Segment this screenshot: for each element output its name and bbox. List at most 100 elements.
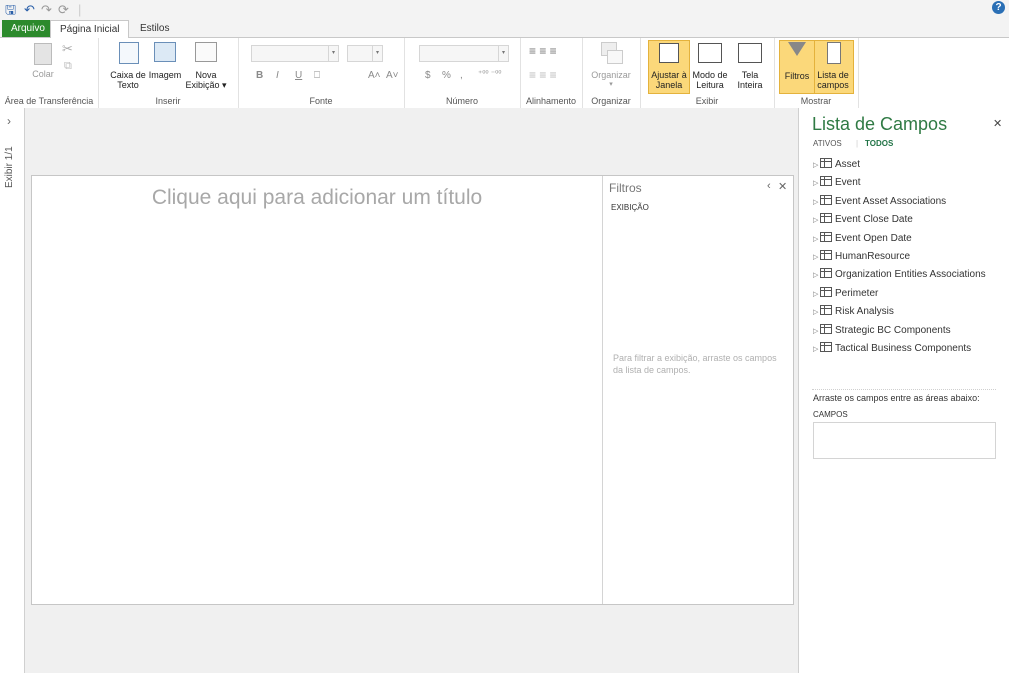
font-size-select[interactable]: ▾ <box>347 45 383 62</box>
image-button[interactable]: Imagem <box>148 70 182 80</box>
arrange-dropdown-icon[interactable]: ▾ <box>586 80 636 90</box>
field-item-perimeter[interactable]: ▷ Perimeter <box>813 287 878 301</box>
tab-separator: | <box>856 139 859 148</box>
decimal-buttons[interactable]: ⁺⁰⁰ ⁻⁰⁰ <box>478 69 502 78</box>
table-icon <box>820 232 832 243</box>
chevron-right-icon[interactable]: › <box>7 114 11 128</box>
tab-styles[interactable]: Estilos <box>131 20 178 37</box>
grow-font-button[interactable]: A˄ <box>368 70 381 81</box>
cut-icon[interactable]: ✂ <box>62 41 73 57</box>
number-group-label: Número <box>445 96 478 106</box>
field-item-label: HumanResource <box>835 251 911 262</box>
divider <box>812 389 996 390</box>
help-icon[interactable]: ? <box>992 1 1005 14</box>
alignment-group: ≡ ≡ ≡ ≡ ≡ ≡ Alinhamento <box>520 38 583 108</box>
view-group-label: Exibir <box>695 96 719 106</box>
close-icon[interactable]: ✕ <box>778 180 787 193</box>
paste-button[interactable]: Colar <box>28 69 58 79</box>
view-title-placeholder[interactable]: Clique aqui para adicionar um título <box>32 186 602 210</box>
quick-access-toolbar: 🖫 ↶ ↷ ⟳ | <box>0 0 1009 20</box>
tab-home[interactable]: Página Inicial <box>50 20 130 39</box>
full-screen-icon <box>738 43 762 63</box>
close-icon[interactable]: ✕ <box>993 117 1002 130</box>
undo-icon[interactable]: ↶ <box>24 2 35 18</box>
expand-icon[interactable]: ▷ <box>813 233 820 247</box>
table-icon <box>820 158 832 169</box>
expand-icon[interactable]: ▷ <box>813 251 820 265</box>
arrange-icon-back <box>607 50 623 64</box>
copy-icon[interactable]: ⧉ <box>64 60 72 73</box>
field-list-label-2: campos <box>817 80 849 90</box>
tab-active-fields[interactable]: ATIVOS <box>813 139 842 148</box>
reading-mode-label-2: Leitura <box>696 80 724 90</box>
percent-button[interactable]: % <box>442 70 451 81</box>
fields-drop-area[interactable] <box>813 422 996 459</box>
field-item-label: Organization Entities Associations <box>835 269 986 280</box>
view-surface: Clique aqui para adicionar um título Fil… <box>31 175 794 605</box>
expand-icon[interactable]: ▷ <box>813 196 820 210</box>
font-name-select[interactable]: ▾ <box>251 45 339 62</box>
expand-icon[interactable]: ▷ <box>813 343 820 357</box>
refresh-icon[interactable]: ⟳ <box>58 2 69 18</box>
full-screen-button[interactable]: Tela Inteira <box>731 70 769 90</box>
number-format-select[interactable]: ▾ <box>419 45 509 62</box>
expand-icon[interactable]: ▷ <box>813 177 820 191</box>
font-group: ▾ ▾ B I U ⎕ A˄ A˅ Fonte <box>238 38 405 108</box>
field-item-humanresource[interactable]: ▷ HumanResource <box>813 250 910 264</box>
italic-button[interactable]: I <box>276 70 279 81</box>
alignment-group-label: Alinhamento <box>525 96 577 106</box>
image-icon <box>154 42 176 62</box>
view-counter-label: Exibir 1/1 <box>4 146 15 188</box>
expand-icon[interactable]: ▷ <box>813 159 820 173</box>
field-item-label: Perimeter <box>835 288 879 299</box>
expand-icon[interactable]: ▷ <box>813 325 820 339</box>
field-item-risk-analysis[interactable]: ▷ Risk Analysis <box>813 305 894 319</box>
expand-icon[interactable]: ▷ <box>813 214 820 228</box>
align-top-icon[interactable]: ≡ ≡ ≡ <box>529 44 557 58</box>
field-item-tactical-business-components[interactable]: ▷ Tactical Business Components <box>813 342 971 356</box>
thousands-button[interactable]: , <box>460 70 463 81</box>
field-item-event-close-date[interactable]: ▷ Event Close Date <box>813 213 913 227</box>
fields-area-label: CAMPOS <box>813 410 848 419</box>
field-list-button[interactable]: Lista de campos <box>814 70 852 90</box>
bold-button[interactable]: B <box>256 70 263 81</box>
new-view-button[interactable]: Nova Exibição ▾ <box>184 70 228 90</box>
fit-window-button[interactable]: Ajustar à Janela <box>648 70 690 90</box>
field-item-label: Event Asset Associations <box>835 196 947 207</box>
underline-button[interactable]: U <box>295 70 302 81</box>
fit-window-icon <box>659 43 679 63</box>
field-item-event[interactable]: ▷ Event <box>813 176 861 190</box>
reading-mode-icon <box>698 43 722 63</box>
table-icon <box>820 287 832 298</box>
collapse-filters-icon[interactable]: ‹ <box>767 180 771 192</box>
expand-icon[interactable]: ▷ <box>813 306 820 320</box>
field-item-label: Event Open Date <box>835 233 912 244</box>
tab-all-fields[interactable]: TODOS <box>865 139 893 148</box>
drag-hint: Arraste os campos entre as áreas abaixo: <box>813 393 980 403</box>
arrange-group-label: Organizar <box>591 96 631 106</box>
cell-style-icon[interactable]: ⎕ <box>314 70 320 81</box>
filters-button[interactable]: Filtros <box>779 71 815 81</box>
field-item-label: Risk Analysis <box>835 306 894 317</box>
field-item-event-open-date[interactable]: ▷ Event Open Date <box>813 232 912 246</box>
reading-mode-button[interactable]: Modo de Leitura <box>689 70 731 90</box>
textbox-label-1: Caixa de <box>110 70 146 80</box>
filter-icon <box>788 42 806 56</box>
field-item-organization-entities-associations[interactable]: ▷ Organization Entities Associations <box>813 268 986 282</box>
arrange-button[interactable]: Organizar <box>586 70 636 80</box>
redo-icon[interactable]: ↷ <box>41 2 52 18</box>
field-item-label: Event <box>835 177 861 188</box>
currency-button[interactable]: $ <box>425 70 431 81</box>
table-icon <box>820 324 832 335</box>
expand-icon[interactable]: ▷ <box>813 269 820 283</box>
align-left-icon[interactable]: ≡ ≡ ≡ <box>529 68 557 82</box>
field-item-event-asset-associations[interactable]: ▷ Event Asset Associations <box>813 195 946 209</box>
field-item-strategic-bc-components[interactable]: ▷ Strategic BC Components <box>813 324 951 338</box>
textbox-button[interactable]: Caixa de Texto <box>106 70 150 90</box>
save-icon[interactable]: 🖫 <box>5 2 16 18</box>
tab-file[interactable]: Arquivo <box>2 20 54 37</box>
table-icon <box>820 250 832 261</box>
shrink-font-button[interactable]: A˅ <box>386 70 399 81</box>
expand-icon[interactable]: ▷ <box>813 288 820 302</box>
field-item-asset[interactable]: ▷ Asset <box>813 158 860 172</box>
